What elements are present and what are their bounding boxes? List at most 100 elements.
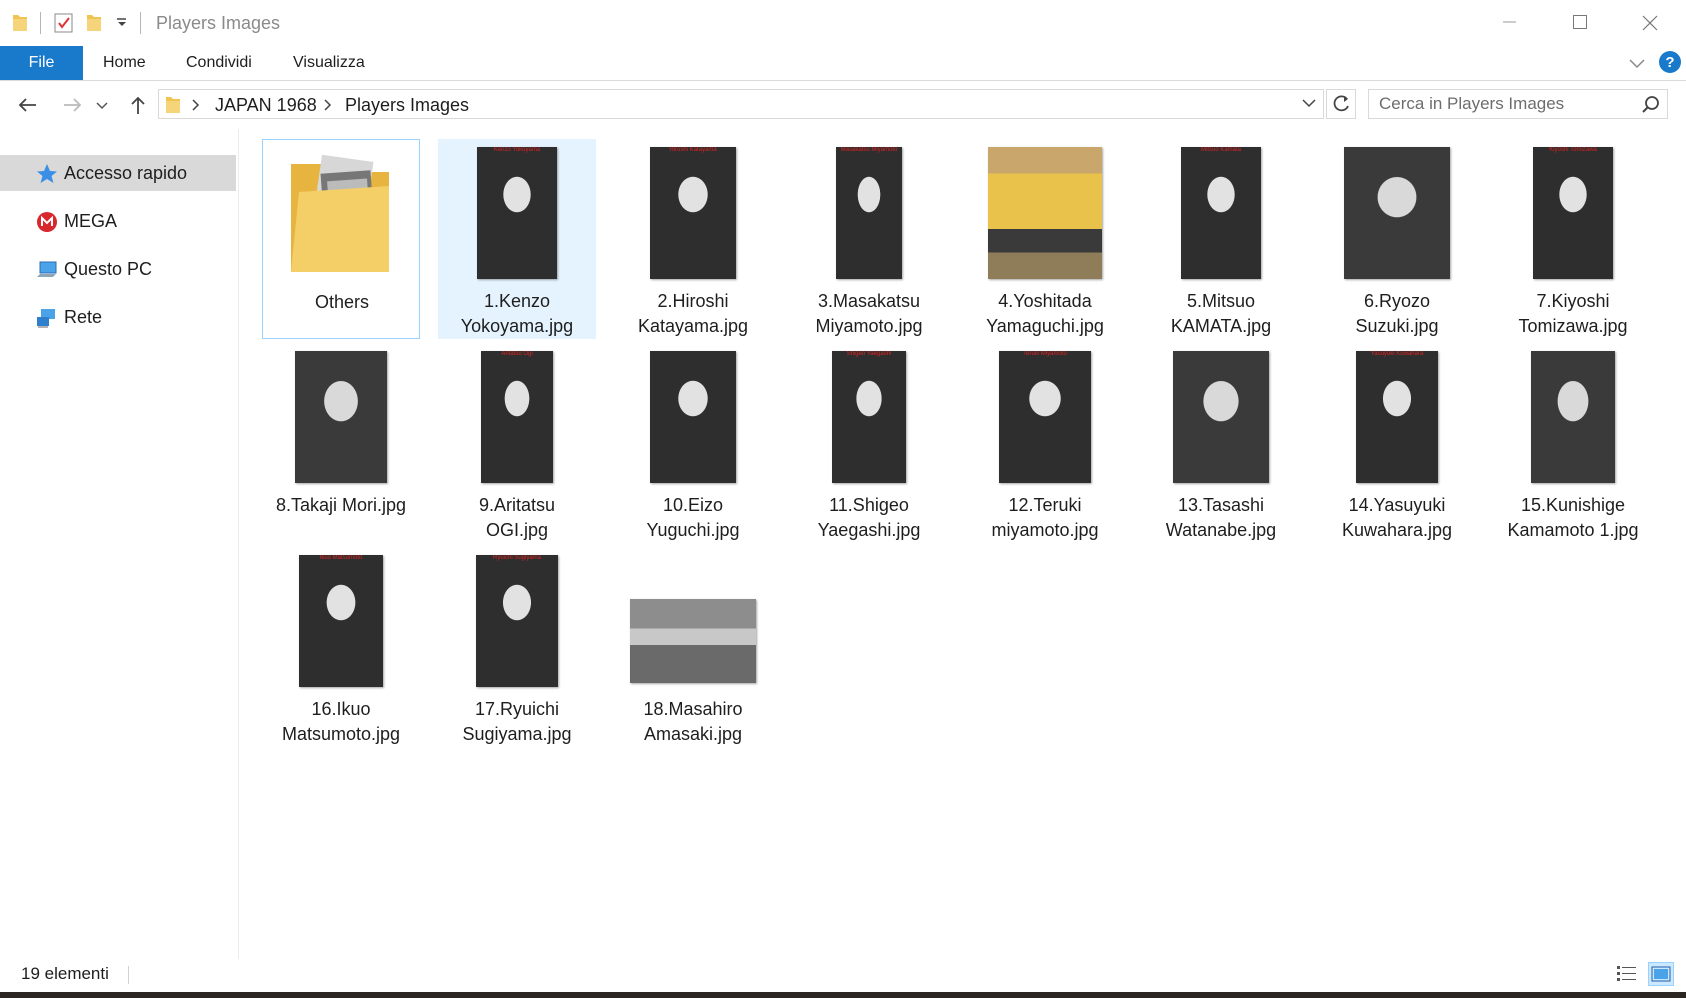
folder-item[interactable]: Others <box>262 139 420 339</box>
image-caption: Aritatsu Ogi <box>501 351 533 357</box>
image-caption: Mitsuo Kamata <box>1200 147 1242 153</box>
forward-button[interactable] <box>58 91 86 119</box>
navigation-pane: Accesso rapido MEGA Questo PC Rete <box>0 129 238 949</box>
file-name-line: 3.Masakatsu <box>817 291 921 311</box>
address-bar[interactable]: JAPAN 1968 Players Images <box>158 89 1324 119</box>
sidebar-item-mega[interactable]: MEGA <box>0 203 236 239</box>
image-thumbnail: Kiyoshi Tomizawa <box>1533 147 1613 279</box>
file-item[interactable]: 15.Kunishige Kamamoto 1.jpg <box>1494 343 1652 543</box>
refresh-button[interactable] <box>1326 89 1356 119</box>
file-name-line: 18.Masahiro <box>643 699 743 719</box>
explorer-window: Players Images File Home Condividi Visua… <box>0 0 1686 992</box>
file-name-line: KAMATA.jpg <box>1170 316 1272 336</box>
file-item[interactable]: Mitsuo Kamata 5.Mitsuo KAMATA.jpg <box>1142 139 1300 339</box>
image-caption: Yasuyuki Kuwahara <box>1370 351 1424 357</box>
expand-ribbon-icon[interactable] <box>1628 58 1646 70</box>
file-name: 11.Shigeo Yaegashi.jpg <box>790 493 948 543</box>
new-folder-icon[interactable] <box>86 12 102 32</box>
file-item[interactable]: 18.Masahiro Amasaki.jpg <box>614 547 772 747</box>
large-icons-view-icon <box>1651 966 1671 982</box>
chevron-right-icon[interactable] <box>323 99 333 111</box>
file-item[interactable]: Kiyoshi Tomizawa 7.Kiyoshi Tomizawa.jpg <box>1494 139 1652 339</box>
tab-visualizza[interactable]: Visualizza <box>293 46 365 80</box>
file-item[interactable]: Yasuyuki Kuwahara 14.Yasuyuki Kuwahara.jpg <box>1318 343 1476 543</box>
customize-toolbar-icon[interactable] <box>116 18 128 28</box>
tab-file[interactable]: File <box>0 46 83 80</box>
file-item[interactable]: Ryuichi Sugiyama 17.Ryuichi Sugiyama.jpg <box>438 547 596 747</box>
details-view-button[interactable] <box>1614 962 1640 986</box>
image-caption: Ikuo Matsumoto <box>319 555 363 561</box>
large-icons-view-button[interactable] <box>1648 962 1674 986</box>
file-name-line: 8.Takaji Mori.jpg <box>275 495 407 515</box>
minimize-button[interactable] <box>1474 0 1544 46</box>
file-name: 17.Ryuichi Sugiyama.jpg <box>438 697 596 747</box>
image-caption: Kenzo Yokoyama <box>493 147 541 153</box>
file-item[interactable]: 4.Yoshitada Yamaguchi.jpg <box>966 139 1124 339</box>
image-thumbnail <box>1531 351 1615 483</box>
back-button[interactable] <box>14 91 42 119</box>
tab-home[interactable]: Home <box>103 46 146 80</box>
star-icon <box>37 164 57 183</box>
image-thumbnail <box>295 351 387 483</box>
file-item[interactable]: Kenzo Yokoyama 1.Kenzo Yokoyama.jpg <box>438 139 596 339</box>
divider <box>140 12 141 34</box>
properties-icon[interactable] <box>54 12 74 34</box>
folder-icon[interactable] <box>12 12 28 32</box>
image-thumbnail <box>650 351 736 483</box>
file-name: 3.Masakatsu Miyamoto.jpg <box>790 289 948 339</box>
image-caption: Teruki Miyamoto <box>1023 351 1067 357</box>
file-name: 18.Masahiro Amasaki.jpg <box>614 697 772 747</box>
file-item[interactable]: Ikuo Matsumoto 16.Ikuo Matsumoto.jpg <box>262 547 420 747</box>
file-name: 6.Ryozo Suzuki.jpg <box>1318 289 1476 339</box>
recent-locations-button[interactable] <box>94 91 110 119</box>
file-name-line: 1.Kenzo <box>483 291 551 311</box>
file-name-line: 13.Tasashi <box>1177 495 1265 515</box>
arrow-right-icon <box>64 98 82 112</box>
file-item[interactable]: 10.Eizo Yuguchi.jpg <box>614 343 772 543</box>
help-icon[interactable]: ? <box>1658 50 1682 74</box>
file-item[interactable]: 13.Tasashi Watanabe.jpg <box>1142 343 1300 543</box>
chevron-right-icon[interactable] <box>191 99 201 111</box>
file-name-line: 17.Ryuichi <box>474 699 560 719</box>
file-name-line: 4.Yoshitada <box>998 291 1092 311</box>
sidebar-item-questo-pc[interactable]: Questo PC <box>0 251 236 287</box>
file-name: 2.Hiroshi Katayama.jpg <box>614 289 772 339</box>
image-caption: Shigeo Yaegashi <box>846 351 892 357</box>
image-thumbnail <box>1344 147 1450 279</box>
file-name: 12.Teruki miyamoto.jpg <box>966 493 1124 543</box>
ribbon-tabs: File Home Condividi Visualizza ? <box>0 46 1686 80</box>
file-name-line: Matsumoto.jpg <box>281 724 401 744</box>
maximize-button[interactable] <box>1544 0 1614 46</box>
file-item[interactable]: Teruki Miyamoto 12.Teruki miyamoto.jpg <box>966 343 1124 543</box>
sidebar-item-rete[interactable]: Rete <box>0 299 236 335</box>
breadcrumb-players-images[interactable]: Players Images <box>345 95 469 116</box>
file-name-line: 12.Teruki <box>1008 495 1082 515</box>
file-name: Others <box>263 290 421 315</box>
tab-condividi[interactable]: Condividi <box>186 46 252 80</box>
file-item[interactable]: Shigeo Yaegashi 11.Shigeo Yaegashi.jpg <box>790 343 948 543</box>
image-thumbnail: Teruki Miyamoto <box>999 351 1091 483</box>
file-item[interactable]: Aritatsu Ogi 9.Aritatsu OGI.jpg <box>438 343 596 543</box>
search-box[interactable] <box>1368 89 1668 119</box>
divider <box>238 129 239 959</box>
mega-icon <box>37 212 57 232</box>
sidebar-item-label: Accesso rapido <box>64 163 188 183</box>
file-name-line: 5.Mitsuo <box>1186 291 1256 311</box>
search-icon[interactable] <box>1641 95 1661 115</box>
file-item[interactable]: Masakatsu Miyamoto 3.Masakatsu Miyamoto.jp… <box>790 139 948 339</box>
file-item[interactable]: 8.Takaji Mori.jpg <box>262 343 420 543</box>
image-thumbnail <box>630 599 756 683</box>
file-item[interactable]: 6.Ryozo Suzuki.jpg <box>1318 139 1476 339</box>
close-button[interactable] <box>1614 0 1684 46</box>
chevron-down-icon[interactable] <box>1301 98 1317 110</box>
search-input[interactable] <box>1379 90 1629 118</box>
file-name: 7.Kiyoshi Tomizawa.jpg <box>1494 289 1652 339</box>
file-item[interactable]: Hiroshi Katayama 2.Hiroshi Katayama.jpg <box>614 139 772 339</box>
title-bar: Players Images <box>0 0 1686 46</box>
breadcrumb-japan-1968[interactable]: JAPAN 1968 <box>215 95 317 116</box>
image-thumbnail: Kenzo Yokoyama <box>477 147 557 279</box>
sidebar-item-accesso-rapido[interactable]: Accesso rapido <box>0 155 236 191</box>
up-button[interactable] <box>124 91 152 119</box>
refresh-icon <box>1333 95 1349 112</box>
image-thumbnail: Ikuo Matsumoto <box>299 555 383 687</box>
